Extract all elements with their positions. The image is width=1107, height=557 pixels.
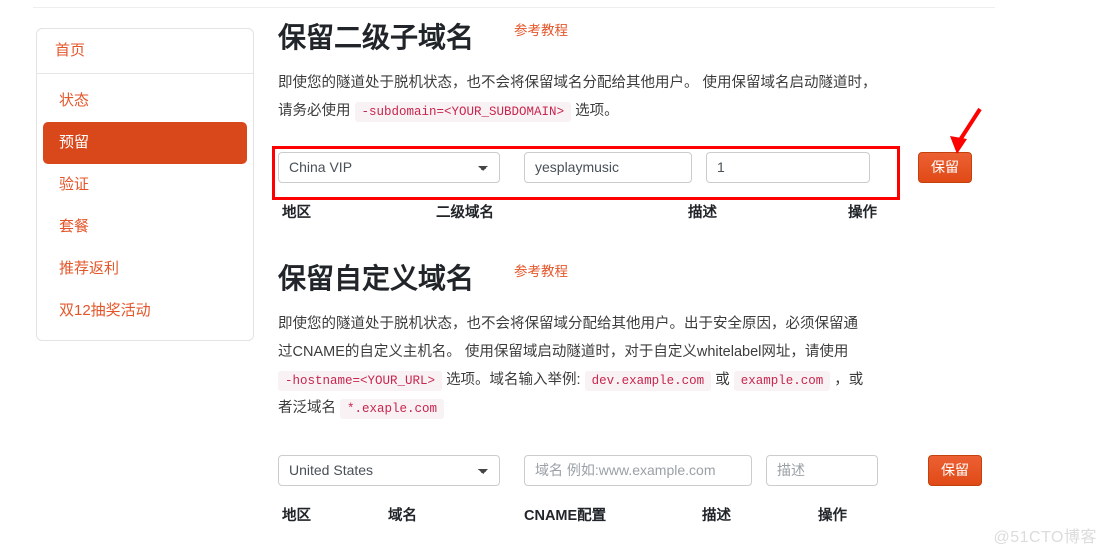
page-title: 保留二级子域名 [278, 22, 475, 53]
th-action-custom: 操作 [818, 507, 847, 524]
table-headers-custom: 地区 域名 CNAME配置 描述 操作 [278, 504, 998, 528]
th-desc: 描述 [688, 204, 717, 221]
sidebar-item-lottery[interactable]: 双12抽奖活动 [43, 290, 247, 332]
domain-input[interactable] [524, 454, 752, 486]
section-reserved-custom-domain: 保留自定义域名 参考教程 即使您的隧道处于脱机状态，也不会将保留域分配给其他用户… [278, 261, 998, 528]
section-header: 保留二级子域名 参考教程 [278, 20, 998, 55]
desc-custom-part3: 或 [715, 372, 730, 389]
code-example-wildcard: *.exaple.com [340, 399, 445, 420]
watermark: @51CTO博客 [993, 529, 1097, 546]
description-input-custom[interactable] [766, 454, 878, 486]
desc-custom-part1: 即使您的隧道处于脱机状态，也不会将保留域分配给其他用户。出于安全原因，必须保留通… [278, 315, 858, 360]
sidebar-item-status[interactable]: 状态 [43, 80, 247, 122]
table-headers-subdomain: 地区 二级域名 描述 操作 [278, 201, 998, 225]
reserve-button-subdomain[interactable]: 保留 [918, 151, 972, 183]
code-subdomain-flag: -subdomain=<YOUR_SUBDOMAIN> [354, 102, 572, 123]
sidebar-item-referral[interactable]: 推荐返利 [43, 248, 247, 290]
desc-custom-part2: 选项。域名输入举例: [446, 372, 581, 389]
reserve-subdomain-form: China VIP 保留 [278, 151, 998, 183]
section-reserved-subdomain: 保留二级子域名 参考教程 即使您的隧道处于脱机状态，也不会将保留域名分配给其他用… [278, 20, 998, 225]
reserve-button-custom[interactable]: 保留 [928, 454, 982, 486]
th-region: 地区 [282, 204, 311, 221]
th-desc-custom: 描述 [702, 507, 731, 524]
section-description-subdomain: 即使您的隧道处于脱机状态，也不会将保留域名分配给其他用户。 使用保留域名启动隧道… [278, 69, 878, 126]
main-content: 保留二级子域名 参考教程 即使您的隧道处于脱机状态，也不会将保留域名分配给其他用… [278, 20, 998, 528]
code-example-dev: dev.example.com [584, 371, 712, 392]
tutorial-link-subdomain[interactable]: 参考教程 [514, 19, 568, 39]
section-header-custom: 保留自定义域名 参考教程 [278, 261, 998, 296]
th-action: 操作 [848, 204, 877, 221]
th-cname: CNAME配置 [524, 507, 607, 524]
subdomain-input[interactable] [524, 151, 692, 183]
description-input-subdomain[interactable] [706, 151, 870, 183]
desc-text-part2: 选项。 [575, 103, 619, 120]
section-description-custom: 即使您的隧道处于脱机状态，也不会将保留域分配给其他用户。出于安全原因，必须保留通… [278, 310, 872, 423]
sidebar-nav: 首页 状态 预留 验证 套餐 推荐返利 双12抽奖活动 [36, 28, 254, 341]
sidebar-item-plans[interactable]: 套餐 [43, 206, 247, 248]
sidebar-item-reserved[interactable]: 预留 [43, 122, 247, 164]
sidebar-item-verify[interactable]: 验证 [43, 164, 247, 206]
th-subdomain: 二级域名 [436, 204, 494, 221]
code-example-root: example.com [733, 371, 831, 392]
th-domain: 域名 [388, 507, 417, 524]
region-select-subdomain[interactable]: China VIP [278, 151, 500, 183]
page-top-rule [33, 7, 995, 8]
section-title-custom: 保留自定义域名 [278, 262, 475, 294]
code-hostname-flag: -hostname=<YOUR_URL> [278, 371, 443, 392]
reserve-custom-form: United States 保留 [278, 454, 998, 486]
tutorial-link-custom[interactable]: 参考教程 [514, 260, 568, 280]
region-select-custom[interactable]: United States [278, 454, 500, 486]
sidebar-item-home[interactable]: 首页 [37, 29, 253, 74]
sidebar-group: 状态 预留 验证 套餐 推荐返利 双12抽奖活动 [37, 74, 253, 340]
th-region-custom: 地区 [282, 507, 311, 524]
